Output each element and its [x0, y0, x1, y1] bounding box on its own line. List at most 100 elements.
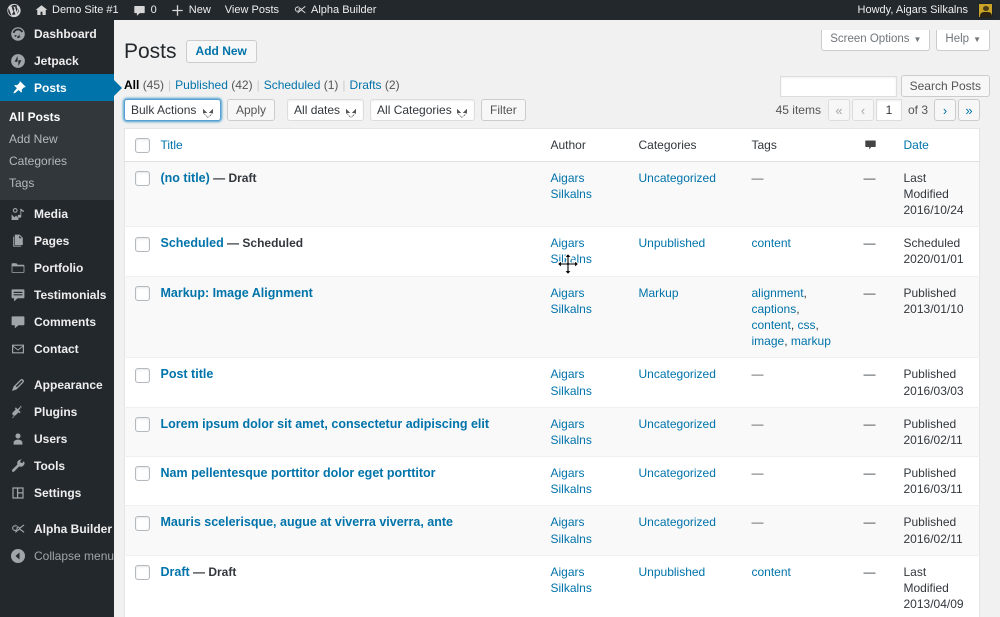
sidebar-item-portfolio[interactable]: Portfolio	[0, 254, 114, 281]
sidebar-item-contact[interactable]: Contact	[0, 335, 114, 362]
row-author-link[interactable]: Aigars Silkalns	[551, 515, 592, 545]
wordpress-logo-button[interactable]	[0, 0, 27, 20]
table-row[interactable]: (no title) — DraftAigars SilkalnsUncateg…	[125, 161, 980, 227]
row-tag-link[interactable]: content	[752, 565, 791, 579]
row-category-link[interactable]: Uncategorized	[639, 171, 716, 185]
my-account-button[interactable]: Howdy, Aigars Silkalns	[851, 0, 1000, 20]
row-checkbox[interactable]	[135, 286, 150, 301]
row-title-link[interactable]: Mauris scelerisque, augue at viverra viv…	[161, 515, 454, 529]
row-category-link[interactable]: Uncategorized	[639, 417, 716, 431]
table-row[interactable]: Draft — DraftAigars SilkalnsUnpublishedc…	[125, 555, 980, 617]
row-category-link[interactable]: Uncategorized	[639, 466, 716, 480]
row-title-link[interactable]: Markup: Image Alignment	[161, 286, 313, 300]
sidebar-item-users[interactable]: Users	[0, 425, 114, 452]
sidebar-item-pages[interactable]: Pages	[0, 227, 114, 254]
row-author-link[interactable]: Aigars Silkalns	[551, 367, 592, 397]
sidebar-item-comments[interactable]: Comments	[0, 308, 114, 335]
row-checkbox[interactable]	[135, 466, 150, 481]
row-checkbox[interactable]	[135, 368, 150, 383]
row-tag-link[interactable]: image	[752, 334, 785, 348]
table-row[interactable]: Lorem ipsum dolor sit amet, consectetur …	[125, 407, 980, 456]
view-posts-button[interactable]: View Posts	[218, 0, 286, 20]
row-tag-link[interactable]: content	[752, 236, 791, 250]
row-author-link[interactable]: Aigars Silkalns	[551, 466, 592, 496]
table-row[interactable]: Mauris scelerisque, augue at viverra viv…	[125, 506, 980, 555]
table-row[interactable]: Nam pellentesque porttitor dolor eget po…	[125, 457, 980, 506]
row-category-link[interactable]: Uncategorized	[639, 367, 716, 381]
screen-options-button[interactable]: Screen Options ▼	[821, 30, 930, 51]
row-tag-link[interactable]: captions	[752, 302, 797, 316]
first-page-button[interactable]: «	[828, 99, 850, 121]
filter-drafts[interactable]: Drafts (2)	[350, 78, 400, 92]
help-button[interactable]: Help ▼	[936, 30, 990, 51]
site-name-button[interactable]: Demo Site #1	[27, 0, 126, 20]
search-submit-button[interactable]: Search Posts	[901, 75, 990, 97]
new-content-button[interactable]: New	[164, 0, 218, 20]
sidebar-item-testimonials[interactable]: Testimonials	[0, 281, 114, 308]
sidebar-item-add-new[interactable]: Add New	[0, 128, 114, 150]
table-row[interactable]: Post titleAigars SilkalnsUncategorized——…	[125, 358, 980, 407]
sidebar-item-settings[interactable]: Settings	[0, 479, 114, 506]
row-tag-link[interactable]: alignment	[752, 286, 804, 300]
row-author-link[interactable]: Aigars Silkalns	[551, 236, 592, 266]
categories-filter-select[interactable]: All Categories	[370, 99, 475, 121]
row-author-link[interactable]: Aigars Silkalns	[551, 171, 592, 201]
row-category-link[interactable]: Markup	[639, 286, 679, 300]
row-category-link[interactable]: Unpublished	[639, 236, 706, 250]
row-tag-link[interactable]: content	[752, 318, 791, 332]
select-all-checkbox[interactable]	[135, 138, 150, 153]
collapse-menu-button[interactable]: Collapse menu	[0, 542, 114, 569]
table-row[interactable]: Scheduled — ScheduledAigars SilkalnsUnpu…	[125, 227, 980, 276]
sidebar-item-categories[interactable]: Categories	[0, 150, 114, 172]
last-page-button[interactable]: »	[958, 99, 980, 121]
row-category-link[interactable]: Unpublished	[639, 565, 706, 579]
dates-filter-select[interactable]: All dates	[287, 99, 364, 121]
sidebar-item-appearance[interactable]: Appearance	[0, 371, 114, 398]
bulk-actions-select[interactable]: Bulk Actions	[124, 99, 221, 121]
row-tag-link[interactable]: css	[798, 318, 816, 332]
row-title-link[interactable]: Lorem ipsum dolor sit amet, consectetur …	[161, 417, 490, 431]
comments-bubble-button[interactable]: 0	[126, 0, 164, 20]
row-checkbox[interactable]	[135, 237, 150, 252]
row-checkbox[interactable]	[135, 417, 150, 432]
sort-title-link[interactable]: Title	[161, 138, 183, 152]
filter-scheduled[interactable]: Scheduled (1)	[264, 78, 339, 92]
filter-all-link[interactable]: All	[124, 78, 139, 92]
row-author-link[interactable]: Aigars Silkalns	[551, 565, 592, 595]
row-title-link[interactable]: (no title)	[161, 171, 210, 185]
next-page-button[interactable]: ›	[934, 99, 956, 121]
filter-published-link[interactable]: Published	[175, 78, 228, 92]
sidebar-item-posts[interactable]: Posts	[0, 74, 114, 101]
current-page-input[interactable]: 1	[876, 99, 902, 121]
sidebar-item-all-posts[interactable]: All Posts	[0, 106, 114, 128]
row-checkbox[interactable]	[135, 171, 150, 186]
sidebar-item-tools[interactable]: Tools	[0, 452, 114, 479]
row-checkbox[interactable]	[135, 516, 150, 531]
alpha-builder-button[interactable]: Alpha Builder	[286, 0, 383, 20]
search-input[interactable]	[780, 76, 897, 97]
sidebar-item-dashboard[interactable]: Dashboard	[0, 20, 114, 47]
add-new-button[interactable]: Add New	[186, 40, 257, 63]
row-author-link[interactable]: Aigars Silkalns	[551, 286, 592, 316]
filter-drafts-link[interactable]: Drafts	[350, 78, 382, 92]
sidebar-item-media[interactable]: Media	[0, 200, 114, 227]
filter-all[interactable]: All (45)	[124, 78, 164, 92]
row-checkbox[interactable]	[135, 565, 150, 580]
prev-page-button[interactable]: ‹	[852, 99, 874, 121]
sidebar-item-jetpack[interactable]: Jetpack	[0, 47, 114, 74]
row-category-link[interactable]: Uncategorized	[639, 515, 716, 529]
apply-button[interactable]: Apply	[227, 99, 275, 121]
row-author-link[interactable]: Aigars Silkalns	[551, 417, 592, 447]
row-tag-link[interactable]: markup	[791, 334, 831, 348]
sidebar-item-alpha-builder[interactable]: Alpha Builder	[0, 515, 114, 542]
filter-scheduled-link[interactable]: Scheduled	[264, 78, 321, 92]
row-title-link[interactable]: Scheduled	[161, 236, 224, 250]
sidebar-item-tags[interactable]: Tags	[0, 172, 114, 194]
row-title-link[interactable]: Nam pellentesque porttitor dolor eget po…	[161, 466, 436, 480]
filter-button[interactable]: Filter	[481, 99, 526, 121]
row-title-link[interactable]: Draft	[161, 565, 190, 579]
table-row[interactable]: Markup: Image Alignment Aigars Silkalns Ma…	[125, 276, 980, 358]
filter-published[interactable]: Published (42)	[175, 78, 252, 92]
sidebar-item-plugins[interactable]: Plugins	[0, 398, 114, 425]
row-title-link[interactable]: Post title	[161, 367, 214, 381]
